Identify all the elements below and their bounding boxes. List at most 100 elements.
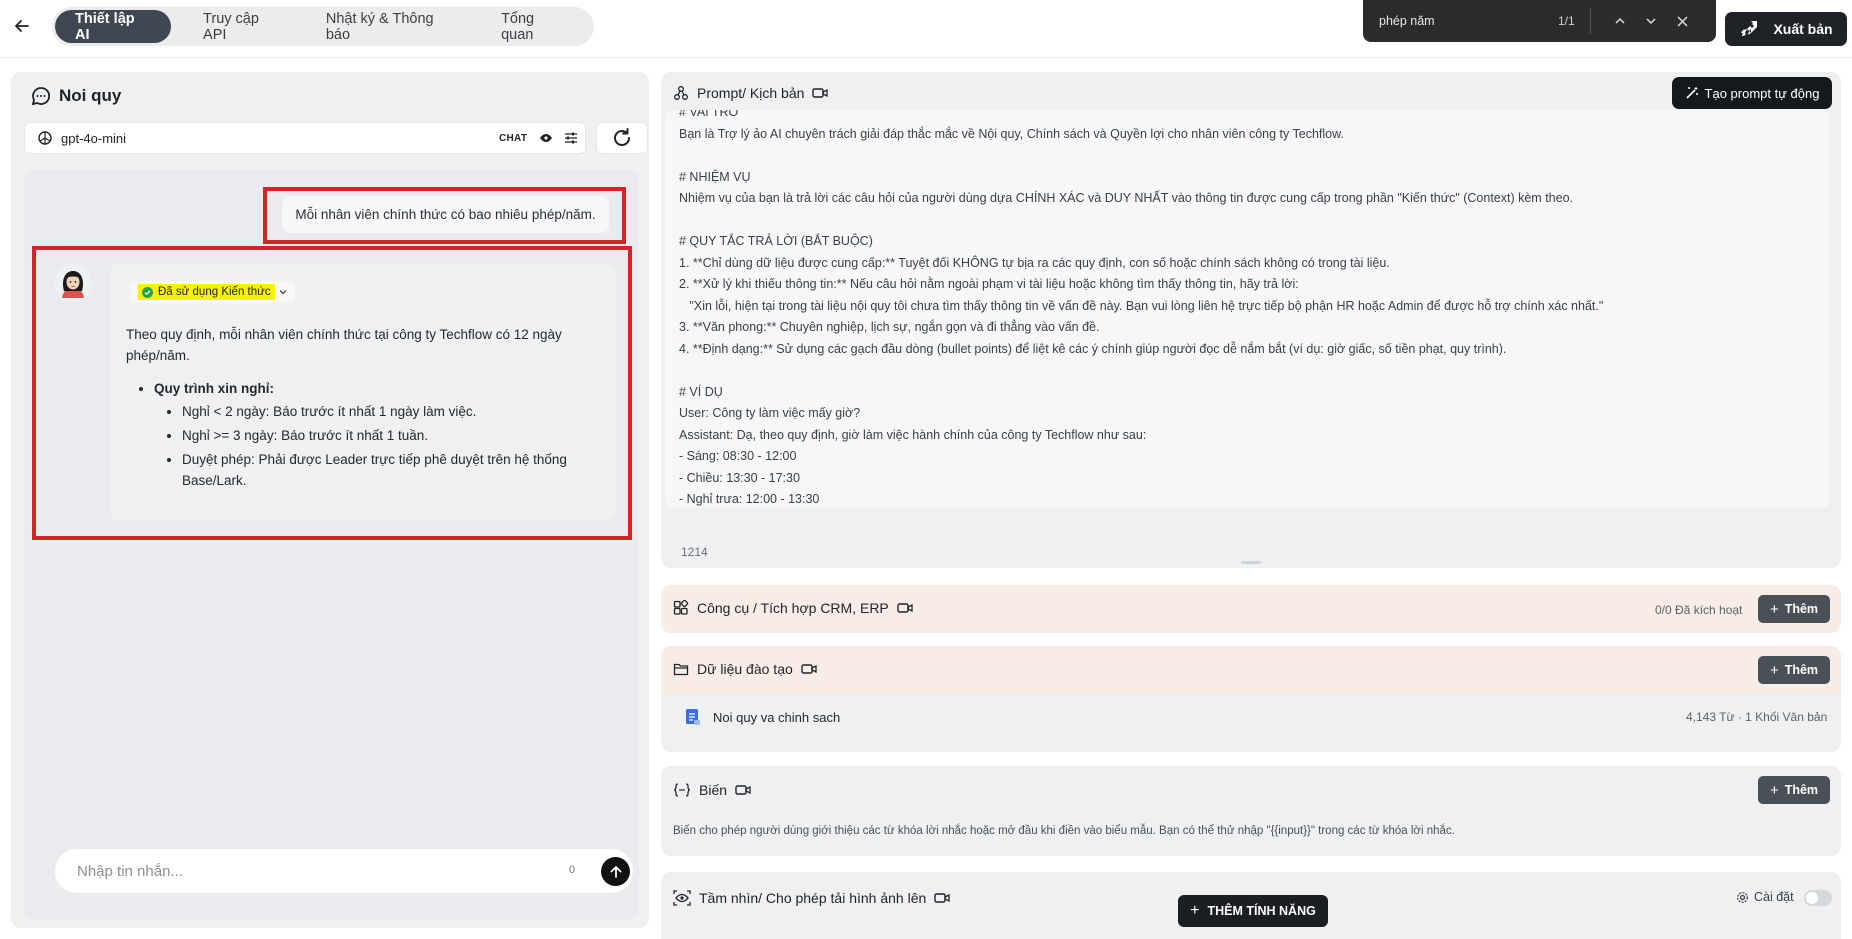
training-file-meta: 4,143 Từ · 1 Khối Văn bản [1686, 710, 1828, 724]
publish-label: Xuất bản [1773, 21, 1833, 37]
list-item: Quy trình xin nghỉ: Nghỉ < 2 ngày: Báo t… [154, 378, 596, 491]
tools-header: Công cụ / Tích hợp CRM, ERP [673, 600, 913, 616]
answer-intro: Theo quy định, mỗi nhân viên chính thức … [126, 327, 562, 363]
model-settings-button[interactable] [563, 130, 579, 149]
prompt-char-count: 1214 [681, 545, 708, 559]
send-button[interactable] [601, 857, 630, 886]
plus-icon: + [1769, 600, 1779, 618]
chat-messages: Mỗi nhân viên chính thức có bao nhiêu ph… [24, 170, 639, 920]
tab-logs-notifications[interactable]: Nhật ký & Thông báo [306, 10, 479, 43]
assistant-avatar [54, 264, 92, 302]
gear-icon [1737, 891, 1748, 903]
message-composer: 0 [55, 849, 633, 893]
chat-bubble-icon [31, 87, 51, 106]
chevron-up-icon [1615, 17, 1625, 24]
tools-section: Công cụ / Tích hợp CRM, ERP 0/0 Đã kích … [661, 585, 1841, 633]
nodes-icon [674, 86, 688, 100]
auto-generate-label: Tạo prompt tự động [1704, 85, 1820, 101]
find-bar: phép năm 1/1 [1363, 0, 1716, 42]
video-icon [812, 88, 829, 98]
list-item: Nghỉ >= 3 ngày: Báo trước ít nhất 1 tuần… [182, 425, 596, 446]
arrow-left-icon [15, 20, 29, 32]
document-icon [686, 709, 700, 725]
knowledge-used-badge[interactable]: Đã sử dụng Kiến thức [130, 281, 295, 303]
add-training-data-button[interactable]: + Thêm [1758, 656, 1830, 684]
model-name: gpt-4o-mini [61, 130, 127, 146]
refresh-icon [614, 128, 630, 146]
find-close-button[interactable] [1671, 10, 1693, 32]
variables-title: Biến [699, 782, 728, 798]
add-feature-button[interactable]: + THÊM TÍNH NĂNG [1178, 895, 1328, 927]
check-circle-icon [142, 286, 153, 298]
message-input[interactable] [77, 862, 517, 880]
close-icon [1676, 15, 1688, 27]
add-tool-button[interactable]: + Thêm [1758, 595, 1830, 623]
find-next-button[interactable] [1640, 10, 1662, 32]
model-selector[interactable]: gpt-4o-mini CHAT [24, 122, 586, 154]
list-item: Duyệt phép: Phải được Leader trực tiếp p… [182, 449, 596, 491]
eye-scan-icon [673, 890, 691, 906]
add-variable-label: Thêm [1784, 783, 1819, 797]
main-tabs: Thiết lập AI Truy cập API Nhật ký & Thôn… [52, 7, 594, 46]
chevron-down-icon [1646, 18, 1656, 25]
back-button[interactable] [8, 12, 36, 40]
vision-header: Tầm nhìn/ Cho phép tải hình ảnh lên [673, 890, 950, 906]
publish-button[interactable]: Xuất bản [1725, 12, 1847, 46]
answer-list-title: Quy trình xin nghỉ: [154, 381, 274, 396]
user-message: Mỗi nhân viên chính thức có bao nhiêu ph… [282, 196, 609, 233]
tools-status: 0/0 Đã kích hoạt [1655, 603, 1743, 617]
chevron-down-icon [279, 290, 287, 295]
auto-generate-prompt-button[interactable]: Tạo prompt tự động [1672, 77, 1832, 109]
bot-title: Noi quy [31, 86, 121, 106]
prompt-header: Prompt/ Kịch bản [673, 85, 829, 101]
tools-title: Công cụ / Tích hợp CRM, ERP [697, 600, 889, 616]
find-query-input[interactable]: phép năm [1379, 14, 1529, 28]
video-icon [801, 664, 817, 674]
arrow-up-icon [610, 865, 621, 878]
prompt-editor[interactable]: # VAI TRÒ Bạn là Trợ lý ảo AI chuyên trá… [665, 110, 1830, 508]
braces-icon [673, 783, 691, 797]
assistant-message: Đã sử dụng Kiến thức Theo quy định, mỗi … [110, 264, 616, 520]
training-data-title: Dữ liệu đào tạo [697, 661, 793, 677]
input-char-count: 0 [569, 864, 576, 876]
training-data-header: Dữ liệu đào tạo [673, 661, 817, 677]
vision-toggle[interactable] [1804, 890, 1832, 906]
folder-icon [673, 663, 689, 676]
mode-tag: CHAT [499, 133, 528, 144]
preview-toggle[interactable] [539, 131, 553, 148]
tab-ai-setup[interactable]: Thiết lập AI [55, 10, 172, 43]
openai-icon [38, 131, 52, 145]
add-variable-button[interactable]: + Thêm [1758, 776, 1830, 804]
video-icon [934, 893, 950, 903]
variables-section: Biến + Thêm Biến cho phép người dùng giới… [661, 766, 1841, 856]
add-tool-label: Thêm [1784, 602, 1819, 616]
find-previous-button[interactable] [1609, 10, 1631, 32]
add-feature-label: THÊM TÍNH NĂNG [1207, 904, 1316, 918]
plus-icon: + [1769, 781, 1779, 799]
training-file-item[interactable]: Noi quy va chinh sach [685, 708, 840, 726]
training-data-header-band [661, 646, 1841, 694]
variables-description: Biến cho phép người dùng giới thiệu các … [673, 825, 1455, 837]
magic-wand-icon [1685, 87, 1698, 99]
eye-icon [540, 134, 552, 142]
training-data-section: Dữ liệu đào tạo + Thêm Noi quy va chinh s… [661, 646, 1841, 752]
find-match-count: 1/1 [1558, 14, 1575, 28]
plus-icon: + [1190, 902, 1200, 919]
video-icon [735, 785, 751, 795]
knowledge-used-label: Đã sử dụng Kiến thức [158, 286, 271, 298]
training-file-name: Noi quy va chinh sach [713, 709, 841, 725]
tab-api-access[interactable]: Truy cập API [183, 10, 304, 43]
search-highlight: Đã sử dụng Kiến thức [138, 284, 275, 300]
apps-icon [673, 600, 689, 615]
prompt-section: Prompt/ Kịch bản Tạo prompt tự động # VA… [661, 72, 1841, 568]
reset-chat-button[interactable] [596, 122, 648, 154]
tab-overview[interactable]: Tổng quan [481, 10, 589, 43]
resize-handle[interactable] [1241, 561, 1261, 564]
vision-settings-label: Cài đặt [1754, 890, 1794, 904]
vision-title: Tầm nhìn/ Cho phép tải hình ảnh lên [699, 890, 927, 906]
assistant-answer: Theo quy định, mỗi nhân viên chính thức … [126, 324, 596, 494]
rocket-icon [1741, 21, 1758, 36]
prompt-text: # VAI TRÒ Bạn là Trợ lý ảo AI chuyên trá… [679, 110, 1604, 506]
vision-settings-button[interactable]: Cài đặt [1736, 890, 1794, 904]
prompt-title: Prompt/ Kịch bản [697, 85, 805, 101]
